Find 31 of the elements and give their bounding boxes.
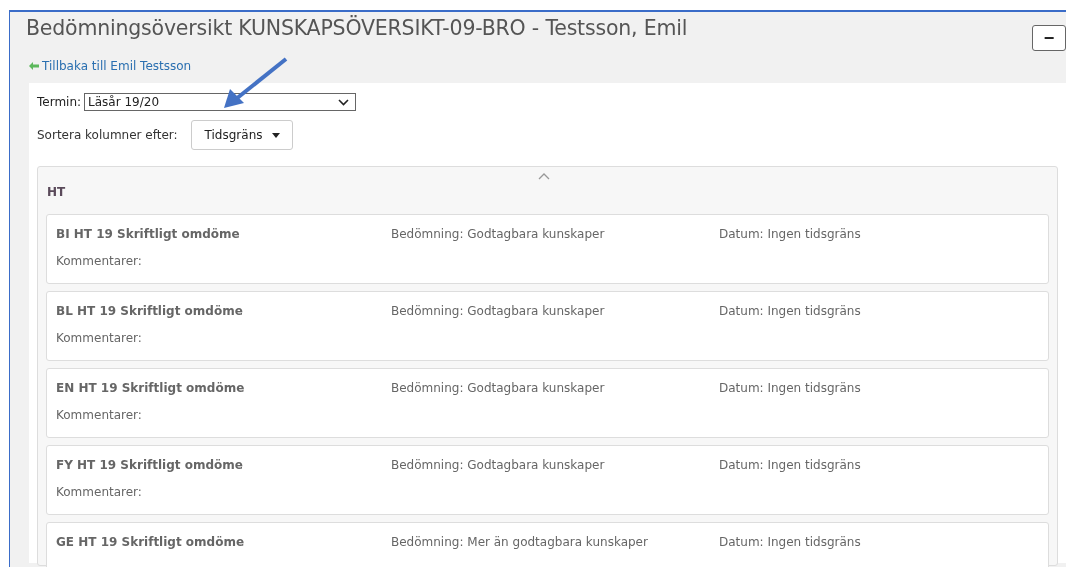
caret-icon bbox=[271, 132, 280, 138]
assessment-date: Datum: Ingen tidsgräns bbox=[719, 535, 861, 549]
collapse-button[interactable]: − bbox=[1032, 25, 1066, 51]
assessment-grade: Bedömning: Godtagbara kunskaper bbox=[391, 227, 606, 241]
comments-label: Kommentarer: bbox=[56, 254, 143, 268]
assessment-name: GE HT 19 Skriftligt omdöme bbox=[56, 535, 246, 549]
term-select[interactable]: Läsår 19/20 bbox=[84, 93, 357, 111]
assessment-date: Datum: Ingen tidsgräns bbox=[719, 227, 861, 241]
back-arrow-icon bbox=[29, 62, 39, 70]
assessment-date: Datum: Ingen tidsgräns bbox=[719, 458, 861, 472]
term-label: Termin: bbox=[37, 95, 82, 109]
group-title: HT bbox=[47, 185, 67, 199]
sort-label: Sortera kolumner efter: bbox=[37, 128, 178, 142]
assessment-grade: Bedömning: Mer än godtagbara kunskaper bbox=[391, 535, 649, 549]
comments-label: Kommentarer: bbox=[56, 408, 143, 422]
back-link[interactable]: Tillbaka till Emil Testsson bbox=[29, 59, 192, 73]
assessment-name: FY HT 19 Skriftligt omdöme bbox=[56, 458, 244, 472]
assessment-grade: Bedömning: Godtagbara kunskaper bbox=[391, 381, 606, 395]
assessment-name: BL HT 19 Skriftligt omdöme bbox=[56, 304, 244, 318]
collapse-chevron-icon[interactable] bbox=[538, 173, 550, 180]
sort-dropdown[interactable]: Tidsgräns bbox=[190, 120, 293, 150]
page-title: Bedömningsöversikt KUNSKAPSÖVERSIKT-09-BRO - Testsson, Emil bbox=[26, 16, 688, 40]
assessment-date: Datum: Ingen tidsgräns bbox=[719, 381, 861, 395]
chevron-down-icon bbox=[338, 98, 350, 106]
assessment-name: BI HT 19 Skriftligt omdöme bbox=[56, 227, 241, 241]
assessment-date: Datum: Ingen tidsgräns bbox=[719, 304, 861, 318]
assessment-grade: Bedömning: Godtagbara kunskaper bbox=[391, 304, 606, 318]
comments-label: Kommentarer: bbox=[56, 331, 143, 345]
assessment-grade: Bedömning: Godtagbara kunskaper bbox=[391, 458, 606, 472]
assessment-name: EN HT 19 Skriftligt omdöme bbox=[56, 381, 246, 395]
comments-label: Kommentarer: bbox=[56, 485, 143, 499]
